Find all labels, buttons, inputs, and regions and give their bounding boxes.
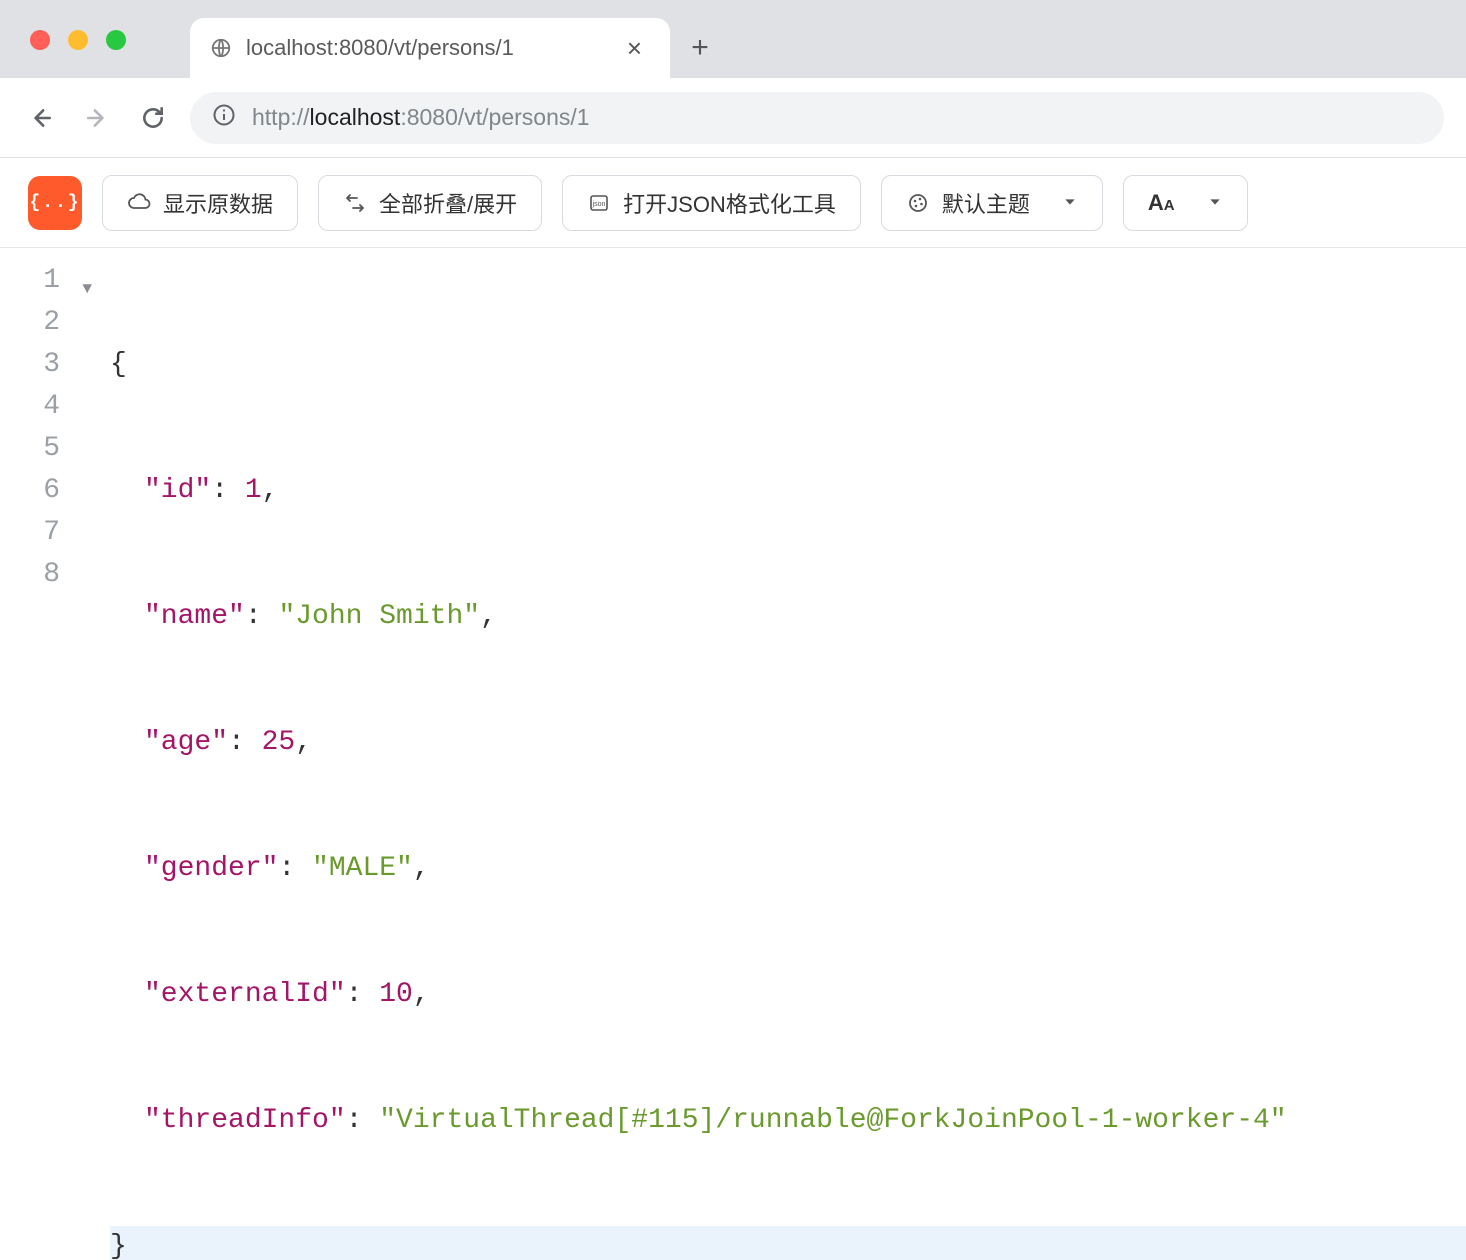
chevron-down-icon — [1207, 190, 1223, 216]
window-close-button[interactable] — [30, 30, 50, 50]
chevron-down-icon — [1062, 190, 1078, 216]
json-code-body[interactable]: { "id": 1, "name": "John Smith", "age": … — [104, 248, 1466, 1260]
fold-all-button[interactable]: 全部折叠/展开 — [318, 175, 542, 231]
json-extension-toolbar: {..} 显示原数据 全部折叠/展开 json 打开JSON格式化工具 默认主题… — [0, 158, 1466, 248]
line-number-gutter: 1▼ 2 3 4 5 6 7 8 — [0, 248, 104, 1260]
url-host: localhost — [310, 104, 401, 130]
font-size-icon: AA — [1148, 190, 1175, 216]
line-number: 4 — [43, 391, 60, 422]
theme-dropdown[interactable]: 默认主题 — [881, 175, 1103, 231]
new-tab-button[interactable]: + — [670, 18, 730, 78]
show-raw-label: 显示原数据 — [163, 187, 273, 219]
svg-text:json: json — [592, 201, 606, 208]
open-formatter-button[interactable]: json 打开JSON格式化工具 — [562, 175, 861, 231]
nav-forward-button[interactable] — [78, 99, 116, 137]
nav-reload-button[interactable] — [134, 99, 172, 137]
browser-toolbar: http://localhost:8080/vt/persons/1 — [0, 78, 1466, 158]
line-number: 2 — [43, 307, 60, 338]
line-number: 7 — [43, 517, 60, 548]
browser-tab[interactable]: localhost:8080/vt/persons/1 × — [190, 18, 670, 78]
line-number: 8 — [43, 559, 60, 590]
browser-titlebar: localhost:8080/vt/persons/1 × + — [0, 0, 1466, 78]
window-zoom-button[interactable] — [106, 30, 126, 50]
url-scheme: http:// — [252, 104, 310, 130]
font-size-dropdown[interactable]: AA — [1123, 175, 1248, 231]
line-number: 1 — [43, 265, 60, 296]
line-number: 3 — [43, 349, 60, 380]
json-viewer: 1▼ 2 3 4 5 6 7 8 { "id": 1, "name": "Joh… — [0, 248, 1466, 1260]
address-bar[interactable]: http://localhost:8080/vt/persons/1 — [190, 92, 1444, 144]
line-number: 6 — [43, 475, 60, 506]
window-controls — [30, 30, 126, 50]
address-url: http://localhost:8080/vt/persons/1 — [252, 104, 590, 131]
tab-title: localhost:8080/vt/persons/1 — [246, 35, 514, 61]
url-port-path: :8080/vt/persons/1 — [400, 104, 589, 130]
line-number: 5 — [43, 433, 60, 464]
open-formatter-label: 打开JSON格式化工具 — [623, 187, 836, 219]
window-minimize-button[interactable] — [68, 30, 88, 50]
show-raw-button[interactable]: 显示原数据 — [102, 175, 298, 231]
fold-all-label: 全部折叠/展开 — [379, 187, 517, 219]
nav-back-button[interactable] — [22, 99, 60, 137]
extension-logo-icon[interactable]: {..} — [28, 176, 82, 230]
globe-icon — [210, 37, 232, 59]
theme-label: 默认主题 — [942, 187, 1030, 219]
site-info-icon[interactable] — [212, 103, 236, 133]
tab-close-button[interactable]: × — [619, 31, 650, 65]
